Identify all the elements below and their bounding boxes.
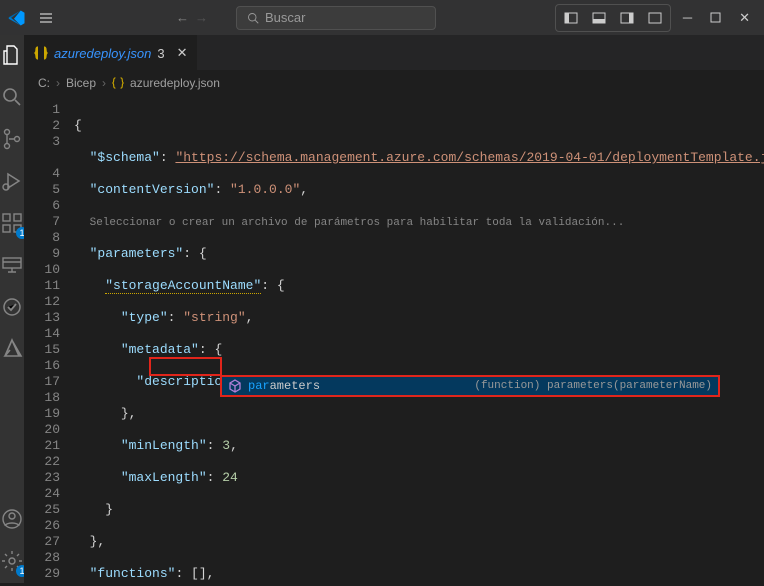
chevron-icon: › (102, 76, 106, 90)
azure-icon[interactable] (0, 337, 24, 361)
layout-left-icon[interactable] (558, 7, 584, 29)
tab-dirty-count: 3 (157, 46, 164, 61)
testing-icon[interactable] (0, 295, 24, 319)
search-placeholder: Buscar (265, 10, 305, 25)
intellisense-signature: (function) parameters(parameterName) (474, 378, 712, 394)
editor-area: azuredeploy.json 3 ✕ ⋯ C: › Bicep › azur… (24, 35, 764, 583)
bc-seg-c[interactable]: C: (38, 76, 50, 90)
titlebar-right: ─ ✕ (555, 4, 756, 32)
search-icon (247, 12, 259, 24)
explorer-icon[interactable] (0, 43, 24, 67)
activity-bar: 1 1 (0, 35, 24, 583)
titlebar: ← → Buscar ─ ✕ (0, 0, 764, 35)
vscode-logo-icon (8, 9, 26, 27)
search-box[interactable]: Buscar (236, 6, 436, 30)
scm-icon[interactable] (0, 127, 24, 151)
menu-icon[interactable] (34, 6, 58, 30)
extensions-icon[interactable]: 1 (0, 211, 24, 235)
nav-fwd-icon[interactable]: → (195, 10, 208, 25)
nav-back-icon[interactable]: ← (176, 10, 189, 25)
remote-icon[interactable] (0, 253, 24, 277)
chevron-icon: › (56, 76, 60, 90)
tab-close-icon[interactable]: ✕ (177, 45, 188, 61)
code-content[interactable]: { "$schema": "https://schema.management.… (74, 96, 764, 583)
method-icon (228, 379, 242, 393)
tab-bar: azuredeploy.json 3 ✕ ⋯ (24, 35, 764, 70)
json-file-icon (112, 77, 124, 89)
layout-bottom-icon[interactable] (586, 7, 612, 29)
bc-seg-bicep[interactable]: Bicep (66, 76, 96, 90)
bc-seg-file[interactable]: azuredeploy.json (130, 76, 220, 90)
tab-azuredeploy[interactable]: azuredeploy.json 3 ✕ (24, 35, 197, 70)
account-icon[interactable] (0, 507, 24, 531)
codelens-hint[interactable]: Seleccionar o crear un archivo de paráme… (90, 217, 625, 229)
maximize-icon[interactable] (704, 8, 727, 27)
intellisense-popup[interactable]: parameters (function) parameters(paramet… (220, 375, 720, 397)
json-file-icon (34, 46, 48, 60)
search-icon[interactable] (0, 85, 24, 109)
layout-grid-icon[interactable] (642, 7, 668, 29)
settings-icon[interactable]: 1 (0, 549, 24, 573)
layout-right-icon[interactable] (614, 7, 640, 29)
minimize-icon[interactable]: ─ (677, 6, 698, 29)
intellisense-item[interactable]: parameters (function) parameters(paramet… (222, 377, 718, 395)
gutter: 1234567891011121314151617181920212223242… (24, 96, 74, 583)
tab-filename: azuredeploy.json (54, 46, 151, 61)
debug-icon[interactable] (0, 169, 24, 193)
nav-arrows: ← → (176, 10, 208, 25)
close-icon[interactable]: ✕ (733, 6, 756, 30)
breadcrumb[interactable]: C: › Bicep › azuredeploy.json (24, 70, 764, 96)
code-editor[interactable]: 1234567891011121314151617181920212223242… (24, 96, 764, 583)
